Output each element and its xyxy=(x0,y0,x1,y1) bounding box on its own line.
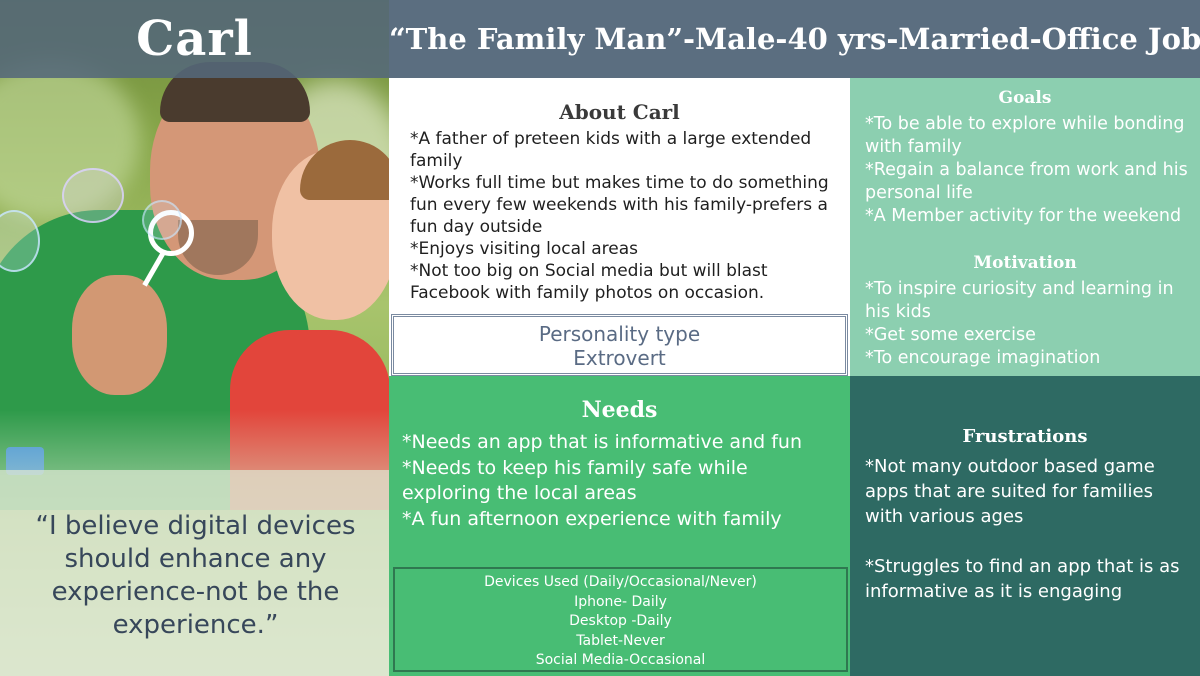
bubble-icon xyxy=(142,200,182,240)
frustration-item: *Not many outdoor based game apps that a… xyxy=(865,456,1155,527)
motivation-item: *To encourage imagination xyxy=(865,348,1101,368)
personality-box: Personality type Extrovert xyxy=(391,314,848,376)
frustration-item: *Struggles to find an app that is as inf… xyxy=(865,556,1180,602)
frustrations-heading: Frustrations xyxy=(962,426,1088,447)
device-item: Iphone- Daily xyxy=(574,593,667,610)
device-item: Desktop -Daily xyxy=(569,613,672,629)
man-hand xyxy=(72,275,167,395)
goals-list: *To be able to explore while bonding wit… xyxy=(865,113,1195,228)
device-item: Social Media-Occasional xyxy=(535,652,706,668)
goal-item: *Regain a balance from work and his pers… xyxy=(865,160,1188,203)
goals-heading: Goals xyxy=(998,88,1052,108)
device-item: Tablet-Never xyxy=(576,632,665,649)
needs-heading: Needs xyxy=(581,397,658,423)
motivation-item: *Get some exercise xyxy=(865,325,1036,345)
about-item: *A father of preteen kids with a large e… xyxy=(410,129,812,171)
motivation-list: *To inspire curiosity and learning in hi… xyxy=(865,278,1195,370)
about-item: *Enjoys visiting local areas xyxy=(410,239,638,259)
need-item: *Needs an app that is informative and fu… xyxy=(402,431,802,453)
persona-name: Carl xyxy=(136,11,253,67)
devices-heading: Devices Used (Daily/Occasional/Never) xyxy=(484,574,757,590)
about-item: *Works full time but makes time to do so… xyxy=(410,173,829,237)
motivation-item: *To inspire curiosity and learning in hi… xyxy=(865,279,1174,322)
frustrations-list: *Not many outdoor based game apps that a… xyxy=(865,454,1195,604)
bubble-icon xyxy=(62,168,124,223)
personality-value: Extrovert xyxy=(573,346,666,370)
goal-item: *A Member activity for the weekend xyxy=(865,206,1182,226)
personality-label: Personality type xyxy=(538,322,701,346)
need-item: *A fun afternoon experience with family xyxy=(402,507,782,530)
about-list: *A father of preteen kids with a large e… xyxy=(410,128,840,304)
persona-title: “The Family Man”-Male-40 yrs-Married-Off… xyxy=(389,22,1200,56)
motivation-heading: Motivation xyxy=(973,253,1077,273)
about-item: *Not too big on Social media but will bl… xyxy=(410,261,768,303)
devices-box: Devices Used (Daily/Occasional/Never) Ip… xyxy=(393,567,848,672)
goal-item: *To be able to explore while bonding wit… xyxy=(865,114,1185,157)
needs-list: *Needs an app that is informative and fu… xyxy=(402,430,842,532)
need-item: *Needs to keep his family safe while exp… xyxy=(402,456,748,505)
about-heading: About Carl xyxy=(559,100,680,124)
persona-quote: “I believe digital devices should enhanc… xyxy=(35,511,356,640)
